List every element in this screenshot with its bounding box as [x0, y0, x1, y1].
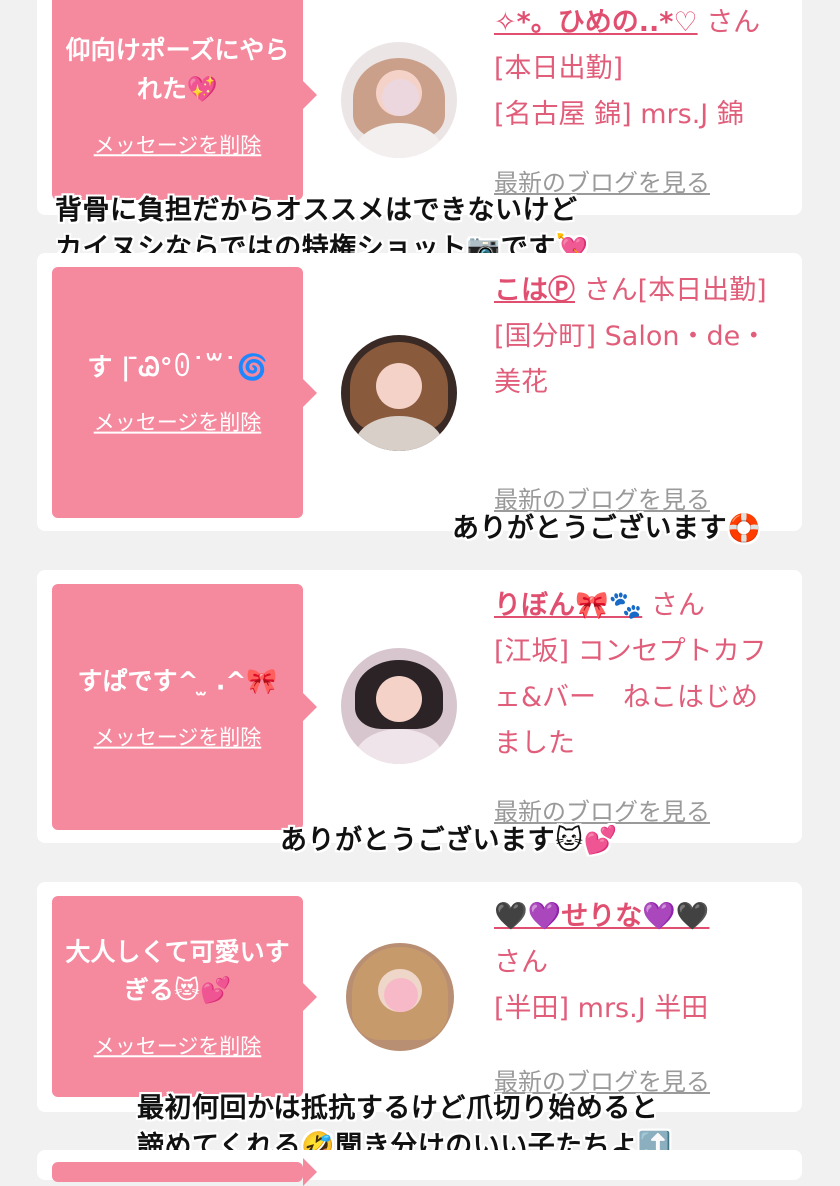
shop-name: [名古屋 錦] mrs.J 錦 — [494, 99, 744, 130]
overlay-caption: ありがとうございます🛟 — [452, 513, 762, 544]
cast-status: さん — [494, 947, 548, 978]
delete-message-link[interactable]: メッセージを削除 — [94, 1030, 262, 1060]
cast-name-link[interactable]: ✧*。ひめの..*♡ — [494, 7, 698, 38]
avatar[interactable] — [341, 335, 457, 451]
message-text: す | ̄Ꮚ°ꏿ˙꒳˙🌀 — [87, 352, 268, 382]
cast-info: 🖤💜せりな💜🖤 さん [半田] mrs.J 半田 — [494, 894, 784, 1032]
cast-status: さん — [650, 590, 705, 621]
overlay-caption: ありがとうございます🐱💕 — [280, 825, 618, 856]
cast-name-link[interactable]: 🖤💜せりな💜🖤 — [494, 901, 709, 932]
message-bubble: 仰向けポーズにやられた💖 メッセージを削除 — [52, 0, 317, 200]
shop-name: [江坂] コンセプトカフェ&バー ねこはじめました — [494, 636, 767, 759]
cast-info: りぼん🎀🐾 さん [江坂] コンセプトカフェ&バー ねこはじめました — [494, 583, 784, 767]
cast-name-link[interactable]: りぼん🎀🐾 — [494, 590, 642, 621]
message-text: すぱです^ ̫ .^🎀 — [77, 666, 278, 696]
avatar[interactable] — [341, 42, 457, 158]
message-text: 大人しくて可愛いすぎる😻💕 — [65, 936, 290, 1005]
avatar[interactable] — [341, 648, 457, 764]
delete-message-link[interactable]: メッセージを削除 — [94, 407, 262, 437]
shop-name: [国分町] Salon・de・美花 — [494, 321, 768, 398]
message-bubble: 大人しくて可愛いすぎる😻💕 メッセージを削除 — [52, 896, 317, 1097]
cast-info: ✧*。ひめの..*♡ さん[本日出勤] [名古屋 錦] mrs.J 錦 — [494, 0, 784, 138]
message-bubble — [52, 1158, 317, 1186]
shop-name: [半田] mrs.J 半田 — [494, 993, 709, 1024]
message-bubble: すぱです^ ̫ .^🎀 メッセージを削除 — [52, 584, 317, 830]
delete-message-link[interactable]: メッセージを削除 — [94, 129, 262, 159]
avatar[interactable] — [346, 943, 454, 1051]
cast-status: さん[本日出勤] — [583, 275, 767, 306]
delete-message-link[interactable]: メッセージを削除 — [94, 721, 262, 751]
message-text: 仰向けポーズにやられた💖 — [65, 35, 290, 103]
cast-info: こはⓅ さん[本日出勤] [国分町] Salon・de・美花 — [494, 268, 784, 406]
message-bubble: す | ̄Ꮚ°ꏿ˙꒳˙🌀 メッセージを削除 — [52, 267, 317, 518]
cast-name-link[interactable]: こはⓅ — [494, 275, 575, 306]
